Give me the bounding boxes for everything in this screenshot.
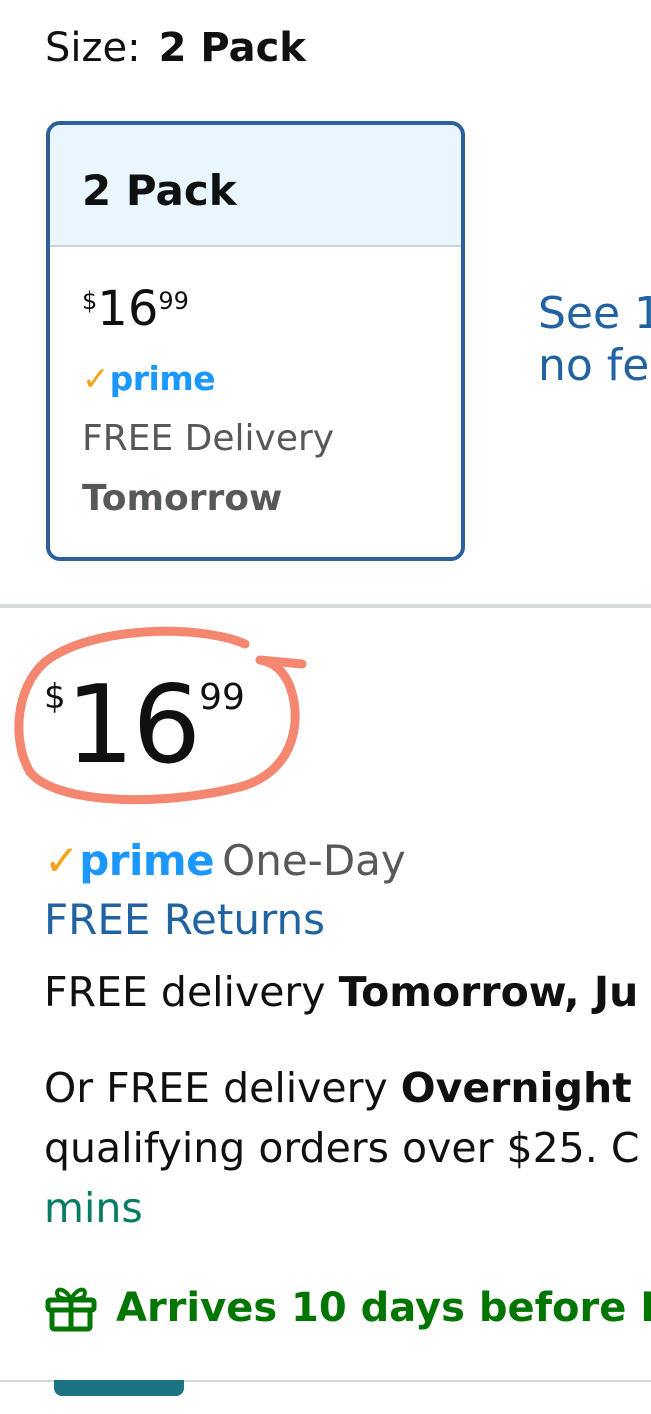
section-divider (0, 604, 651, 608)
prime-one-day-row: ✓ prime One-Day (44, 835, 406, 887)
size-option-card-selected[interactable]: 2 Pack $1699 ✓ prime FREE Delivery Tomorr… (46, 121, 465, 561)
qualifying-orders-text: qualifying orders over $25. C (44, 1124, 640, 1172)
size-selected-value: 2 Pack (158, 25, 306, 71)
size-option-title: 2 Pack (82, 166, 237, 215)
size-option-delivery-day: Tomorrow (82, 478, 283, 519)
alt-delivery-prefix: Or FREE delivery (44, 1064, 401, 1112)
arrives-before-notice: Arrives 10 days before F (44, 1282, 651, 1334)
see-more-options-link[interactable]: See 1 no fe (538, 288, 651, 392)
price-whole: 16 (97, 281, 159, 337)
countdown-mins-text: mins (44, 1184, 143, 1232)
price-currency: $ (82, 287, 98, 315)
alt-delivery-text: Or FREE delivery Overnight (44, 1062, 632, 1114)
prime-logo: ✓ prime (82, 357, 216, 401)
bottom-button-edge[interactable] (54, 1380, 184, 1396)
prime-speed-label: One-Day (222, 836, 406, 885)
main-price-whole: 16 (65, 663, 201, 788)
see-more-line-1: See 1 (538, 288, 651, 339)
main-price-currency: $ (44, 677, 66, 717)
see-more-line-2: no fe (538, 340, 650, 391)
size-option-header: 2 Pack (50, 125, 461, 247)
size-option-delivery: FREE Delivery (82, 418, 335, 459)
prime-wordmark: prime (109, 359, 216, 398)
alt-delivery-day: Overnight (400, 1064, 632, 1112)
free-delivery-text: FREE delivery Tomorrow, Ju (44, 966, 638, 1018)
free-delivery-prefix: FREE delivery (44, 968, 339, 1016)
arrives-text: Arrives 10 days before F (116, 1285, 651, 1331)
price-fraction: 99 (158, 287, 189, 315)
prime-check-icon: ✓ (44, 836, 80, 885)
prime-wordmark: prime (79, 836, 215, 885)
prime-check-icon: ✓ (82, 359, 110, 398)
main-price: $1699 (44, 672, 245, 780)
gift-icon (45, 1287, 97, 1332)
free-delivery-day: Tomorrow, Ju (338, 968, 639, 1016)
main-price-fraction: 99 (199, 677, 245, 718)
size-label: Size: (45, 25, 141, 71)
free-returns-link[interactable]: FREE Returns (44, 894, 325, 946)
size-option-price: $1699 (82, 285, 189, 333)
size-selector-header: Size: 2 Pack (45, 22, 306, 74)
